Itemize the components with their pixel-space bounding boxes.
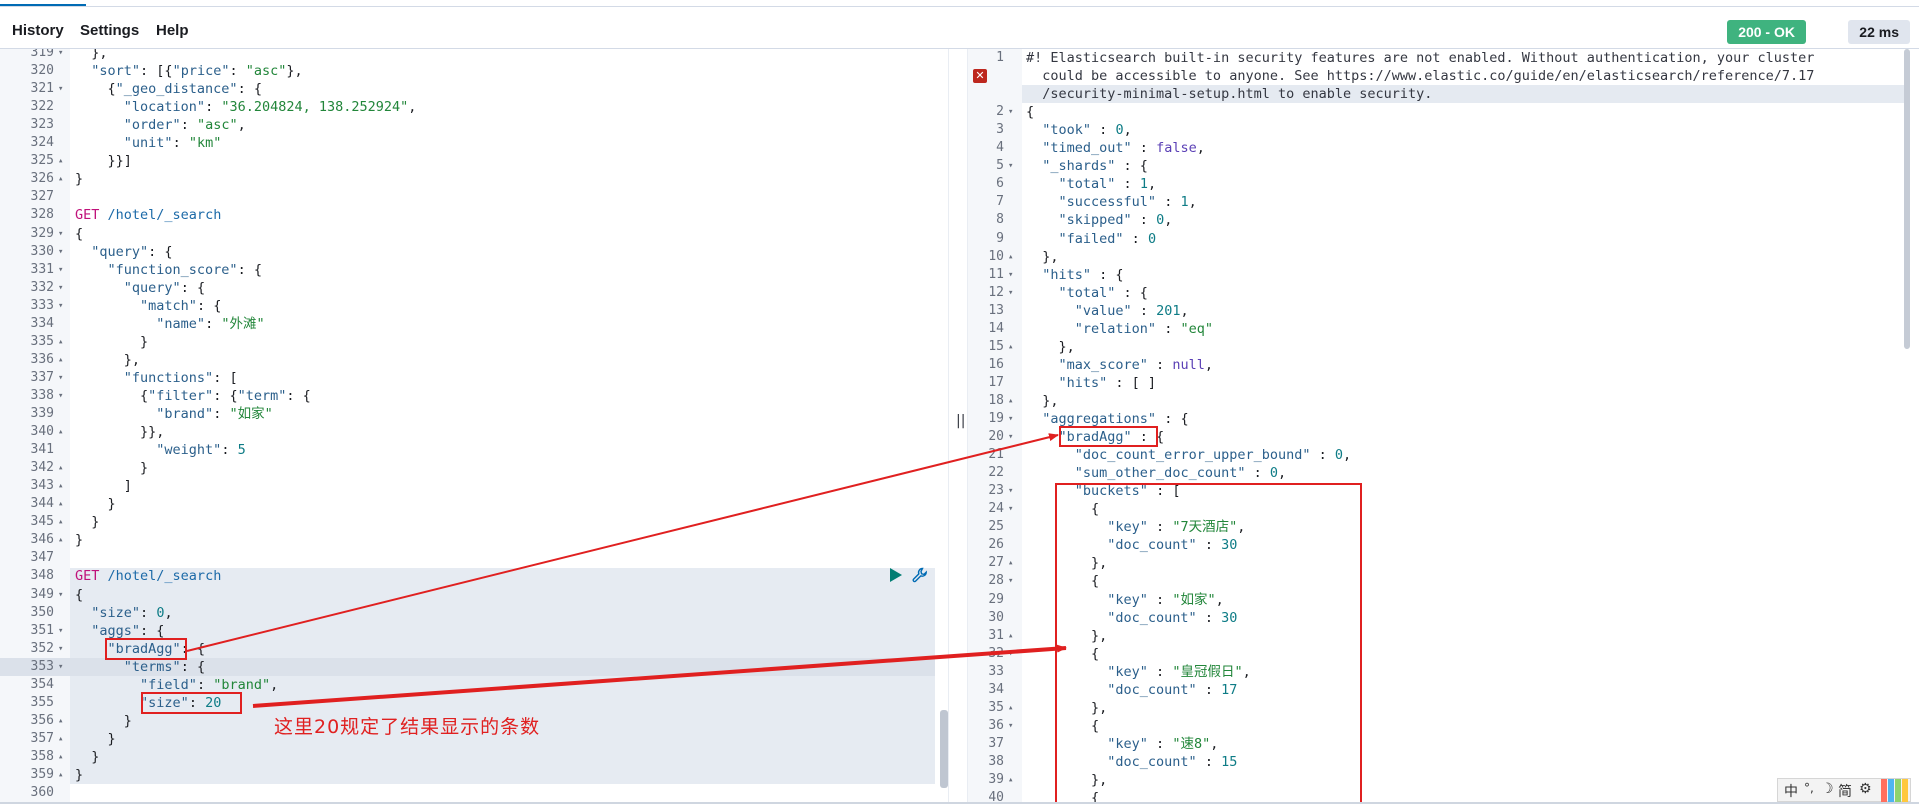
ime-toolbar[interactable]: 中 °, ☽ 简 ⚙ bbox=[1777, 778, 1911, 803]
annotation-note: 这里20规定了结果显示的条数 bbox=[274, 716, 541, 738]
ime-color-swatch bbox=[1888, 779, 1894, 803]
ime-gear-icon[interactable]: ⚙ bbox=[1859, 781, 1872, 797]
ime-color-swatch bbox=[1881, 779, 1887, 803]
ime-simplified-toggle[interactable]: 简 bbox=[1838, 781, 1852, 801]
arrow-size-to-buckets bbox=[252, 644, 1067, 708]
ime-color-swatch bbox=[1895, 779, 1901, 803]
ime-chinese-toggle[interactable]: 中 bbox=[1784, 781, 1798, 801]
ime-punctuation-toggle[interactable]: °, bbox=[1804, 781, 1814, 795]
ime-color-swatch bbox=[1902, 779, 1908, 803]
ime-moon-icon[interactable]: ☽ bbox=[1821, 781, 1834, 797]
annotation-arrows bbox=[186, 433, 1067, 708]
arrow-bradagg bbox=[186, 433, 1059, 652]
